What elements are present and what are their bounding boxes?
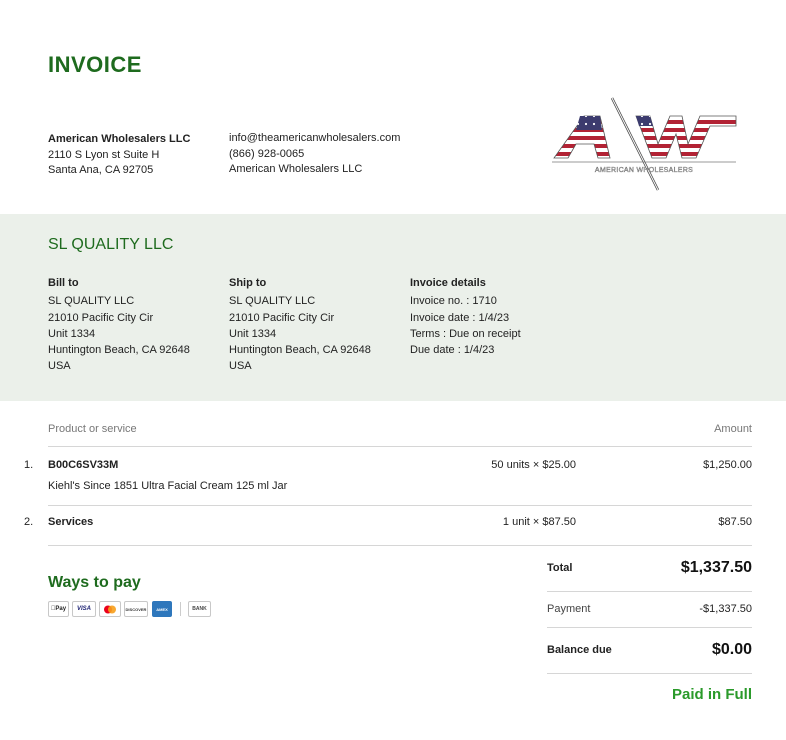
bill-to-line: 21010 Pacific City Cir	[48, 311, 154, 324]
logo-text: AMERICAN WHOLESALERS	[595, 167, 693, 174]
apple-pay-label: Pay	[53, 606, 66, 612]
amex-icon: AMEX	[152, 601, 172, 617]
item-description: Kiehl's Since 1851 Ultra Facial Cream 12…	[48, 480, 288, 492]
item-amount: $1,250.00	[703, 459, 752, 471]
invoice-date: Invoice date : 1/4/23	[410, 311, 510, 324]
bill-to-line: Unit 1334	[48, 327, 96, 340]
seller-contact: info@theamericanwholesalers.com (866) 92…	[229, 131, 400, 178]
item-name: B00C6SV33M	[48, 459, 119, 471]
ship-to-line: Unit 1334	[229, 327, 277, 340]
divider	[48, 545, 752, 546]
divider	[547, 627, 752, 628]
ship-to-line: USA	[229, 360, 252, 373]
total-label: Total	[547, 562, 573, 574]
payment-value: -$1,337.50	[699, 603, 752, 615]
column-header-amount: Amount	[714, 423, 752, 435]
seller-company: American Wholesalers LLC	[229, 163, 363, 175]
discover-icon: DISCOVER	[124, 601, 148, 617]
item-number: 1.	[24, 459, 34, 471]
seller-name: American Wholesalers LLC	[48, 133, 191, 145]
seller-phone: (866) 928-0065	[229, 147, 305, 160]
apple-pay-icon: Pay	[48, 601, 69, 617]
invoice-details-heading: Invoice details	[410, 277, 486, 289]
seller-address: American Wholesalers LLC 2110 S Lyon st …	[48, 132, 190, 179]
company-logo: AMERICAN WHOLESALERS	[550, 96, 740, 192]
column-header-product: Product or service	[48, 423, 137, 435]
seller-email: info@theamericanwholesalers.com	[229, 132, 401, 144]
visa-icon: VISA	[72, 601, 96, 617]
ways-to-pay-heading: Ways to pay	[48, 574, 141, 591]
invoice-terms: Terms : Due on receipt	[410, 327, 521, 340]
item-quantity: 1 unit × $87.50	[502, 516, 576, 528]
item-name: Services	[48, 516, 94, 528]
ship-to-line: SL QUALITY LLC	[229, 295, 316, 308]
payment-label: Payment	[547, 603, 591, 615]
invoice-number: Invoice no. : 1710	[410, 295, 497, 308]
bill-to-heading: Bill to	[48, 277, 79, 289]
ship-to: Ship to SL QUALITY LLC 21010 Pacific Cit…	[229, 275, 371, 375]
item-quantity: 50 units × $25.00	[491, 459, 576, 471]
divider	[547, 673, 752, 674]
item-number: 2.	[24, 516, 34, 528]
ship-to-heading: Ship to	[229, 277, 267, 289]
bank-icon: BANK	[188, 601, 211, 617]
divider	[48, 505, 752, 506]
invoice-title: INVOICE	[48, 52, 142, 77]
seller-address-line2: Santa Ana, CA 92705	[48, 164, 154, 176]
invoice-due-date: Due date : 1/4/23	[410, 344, 495, 357]
client-name: SL QUALITY LLC	[48, 236, 174, 253]
item-amount: $87.50	[718, 516, 752, 528]
divider	[547, 591, 752, 592]
balance-due-value: $0.00	[711, 641, 752, 658]
bill-to-line: SL QUALITY LLC	[48, 295, 135, 308]
bill-to-line: USA	[48, 360, 71, 373]
ship-to-line: 21010 Pacific City Cir	[229, 311, 335, 324]
seller-address-line1: 2110 S Lyon st Suite H	[48, 148, 160, 161]
mastercard-icon	[99, 601, 121, 617]
bill-to: Bill to SL QUALITY LLC 21010 Pacific Cit…	[48, 275, 190, 375]
total-value: $1,337.50	[680, 559, 752, 576]
invoice-details: Invoice details Invoice no. : 1710 Invoi…	[410, 275, 521, 358]
ship-to-line: Huntington Beach, CA 92648	[229, 344, 371, 357]
bill-to-line: Huntington Beach, CA 92648	[48, 344, 190, 357]
paid-status: Paid in Full	[671, 686, 752, 703]
divider	[48, 446, 752, 447]
balance-due-label: Balance due	[547, 644, 612, 656]
divider	[180, 602, 181, 616]
